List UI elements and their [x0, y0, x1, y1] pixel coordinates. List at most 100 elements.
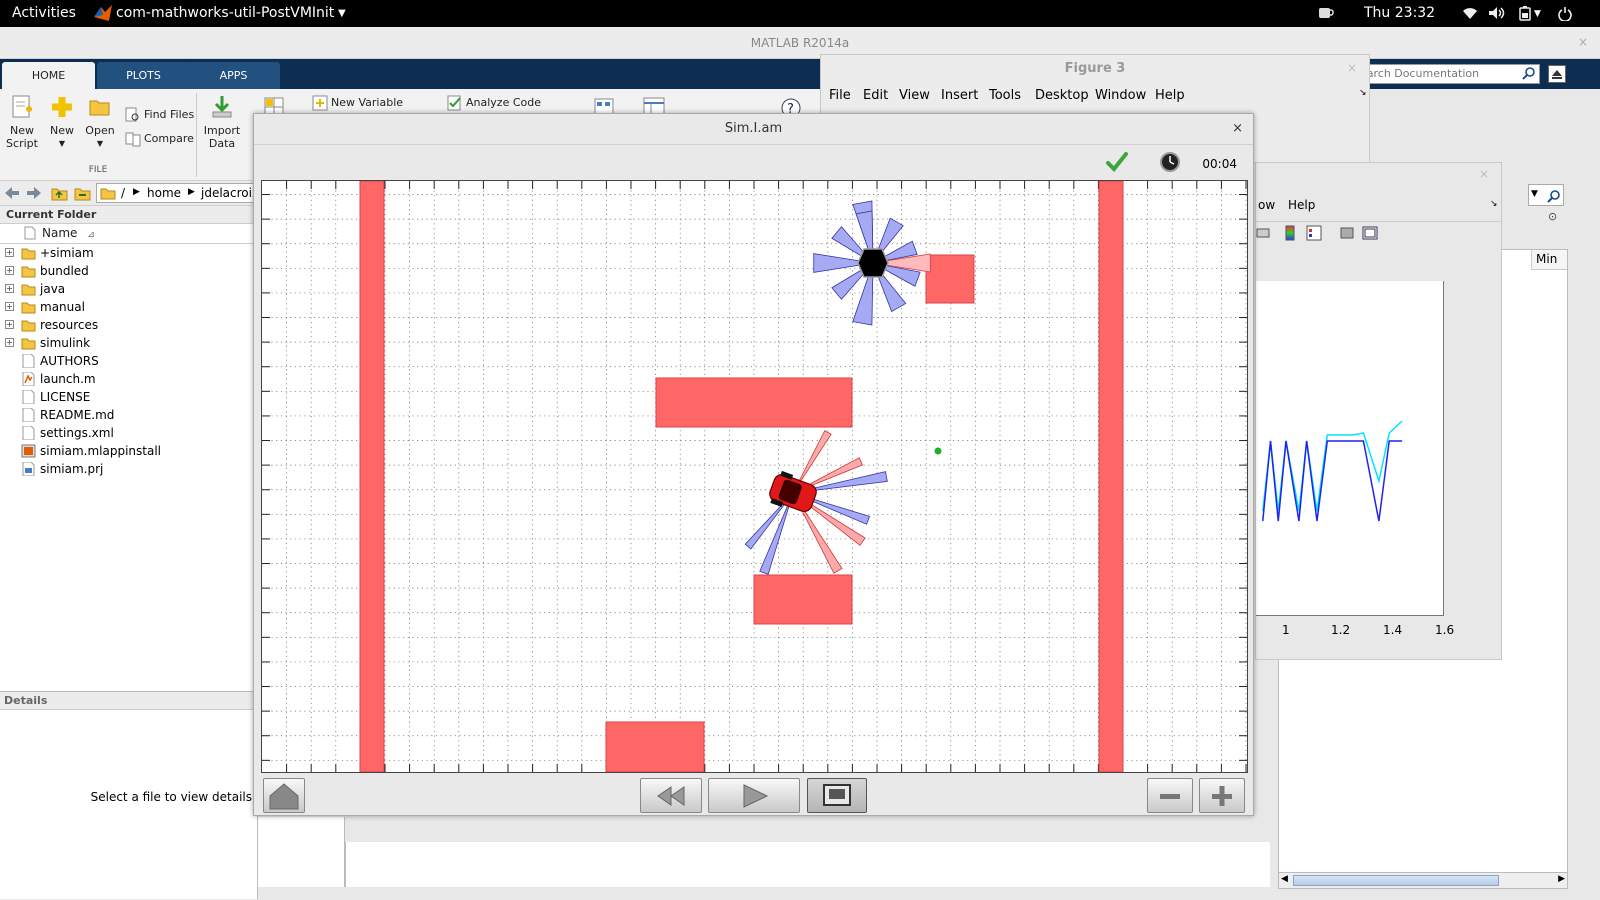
print-icon[interactable] [1256, 225, 1270, 245]
close-icon[interactable]: × [1479, 167, 1489, 181]
scrollbar-thumb[interactable] [1293, 875, 1499, 886]
menu-window[interactable]: Window [1095, 88, 1146, 103]
panel-options-icon[interactable]: ⊙ [1548, 210, 1557, 223]
path-breadcrumb[interactable]: / ▶ home ▶ jdelacroix [96, 183, 259, 203]
open-button[interactable]: Open ▼ [84, 95, 116, 150]
expand-icon[interactable]: + [5, 320, 14, 329]
list-item[interactable]: README.md [0, 406, 257, 424]
cup-icon[interactable] [1318, 6, 1334, 20]
chevron-right-icon: ▶ [188, 187, 195, 197]
list-item[interactable]: + resources [0, 316, 257, 334]
breadcrumb-user[interactable]: jdelacroix [201, 186, 259, 200]
activities-button[interactable]: Activities [12, 5, 76, 21]
chevron-down-icon[interactable]: ▼ [1534, 9, 1541, 19]
horizontal-scrollbar[interactable]: ◀ ▶ [1279, 872, 1567, 888]
import-data-button[interactable]: Import Data [203, 95, 241, 150]
home-icon [269, 783, 299, 810]
list-item[interactable]: + java [0, 280, 257, 298]
colorbar-icon[interactable] [1284, 225, 1296, 245]
menu-help[interactable]: Help [1155, 88, 1185, 103]
zoom-in-button[interactable] [1199, 778, 1245, 813]
tab-apps[interactable]: APPS [187, 62, 280, 89]
scroll-left-icon[interactable]: ◀ [1281, 874, 1288, 884]
dock-icon[interactable]: ↘ [1490, 199, 1498, 209]
dock-icon[interactable]: ↘ [1359, 88, 1367, 98]
chevron-down-icon[interactable]: ▼ [338, 8, 346, 19]
list-item[interactable]: simiam.mlappinstall [0, 442, 257, 460]
app-menu-title[interactable]: com-mathworks-util-PostVMInit [116, 5, 334, 21]
menu-tools[interactable]: Tools [989, 88, 1021, 103]
legend-icon[interactable] [1306, 225, 1322, 245]
close-icon[interactable]: × [1578, 35, 1588, 49]
rewind-button[interactable] [640, 778, 702, 813]
home-button[interactable] [263, 778, 305, 813]
back-icon[interactable] [4, 186, 20, 203]
list-item[interactable]: + +simiam [0, 244, 257, 262]
compare-icon [125, 132, 141, 147]
name-column-header[interactable]: Name ⊿ [0, 224, 257, 244]
dropdown-button[interactable]: ▼ [1528, 184, 1564, 206]
expand-icon[interactable]: + [5, 338, 14, 347]
expand-icon[interactable]: + [5, 302, 14, 311]
analyze-code-button[interactable]: Analyze Code [447, 95, 541, 111]
expand-icon[interactable]: + [5, 284, 14, 293]
file-type-icon [24, 226, 36, 243]
list-item[interactable]: + simulink [0, 334, 257, 352]
min-column-header[interactable]: Min [1531, 250, 1567, 270]
show-plot-tools-icon[interactable] [1362, 225, 1378, 245]
folder-icon [100, 186, 116, 203]
gnome-top-bar: Activities com-mathworks-util-PostVMInit… [0, 0, 1600, 27]
plot-axes[interactable] [1256, 281, 1444, 616]
list-item[interactable]: simiam.prj [0, 460, 257, 478]
search-documentation-input[interactable]: Search Documentation [1348, 64, 1540, 84]
editor-area [258, 817, 345, 887]
new-button[interactable]: New ▼ [46, 95, 78, 150]
tab-home[interactable]: HOME [2, 62, 95, 89]
command-window[interactable] [345, 842, 1270, 887]
menu-view[interactable]: View [899, 88, 930, 103]
list-item[interactable]: + bundled [0, 262, 257, 280]
menu-help[interactable]: Help [1288, 198, 1315, 212]
power-icon[interactable] [1558, 7, 1572, 25]
wifi-icon[interactable] [1462, 6, 1478, 24]
simulation-world[interactable] [261, 180, 1248, 773]
new-script-button[interactable]: New Script [6, 95, 38, 150]
expand-icon[interactable]: + [5, 248, 14, 257]
menu-window[interactable]: ow [1258, 198, 1275, 212]
browse-folder-icon[interactable] [74, 185, 91, 204]
list-item[interactable]: + manual [0, 298, 257, 316]
list-item[interactable]: LICENSE [0, 388, 257, 406]
list-item[interactable]: launch.m [0, 370, 257, 388]
zoom-out-button[interactable] [1147, 778, 1193, 813]
file-name: settings.xml [40, 426, 114, 440]
battery-icon[interactable] [1518, 6, 1532, 25]
find-files-button[interactable]: Find Files [125, 107, 194, 123]
compare-button[interactable]: Compare [125, 131, 194, 147]
scroll-right-icon[interactable]: ▶ [1558, 874, 1565, 884]
breadcrumb-home[interactable]: home [147, 186, 181, 200]
up-folder-icon[interactable] [51, 185, 68, 204]
menu-insert[interactable]: Insert [941, 88, 978, 103]
list-item[interactable]: settings.xml [0, 424, 257, 442]
close-button[interactable]: × [1232, 114, 1243, 144]
plot-series-line [1262, 440, 1403, 522]
tab-plots[interactable]: PLOTS [97, 62, 190, 89]
file-name: manual [40, 300, 85, 314]
forward-icon[interactable] [26, 186, 42, 203]
volume-icon[interactable] [1488, 6, 1506, 24]
new-variable-button[interactable]: New Variable [312, 95, 403, 111]
simiam-status-bar: 00:04 [254, 144, 1253, 180]
menu-file[interactable]: File [829, 88, 851, 103]
list-item[interactable]: AUTHORS [0, 352, 257, 370]
menu-edit[interactable]: Edit [863, 88, 888, 103]
breadcrumb-root[interactable]: / [121, 186, 125, 200]
hide-plot-tools-icon[interactable] [1340, 225, 1354, 245]
menu-desktop[interactable]: Desktop [1035, 88, 1089, 103]
eject-icon[interactable] [1548, 65, 1566, 83]
close-icon[interactable]: × [1347, 61, 1357, 75]
figure-toolbar [1256, 221, 1501, 245]
screenshot-button[interactable] [807, 778, 867, 813]
clock[interactable]: Thu 23:32 [1364, 5, 1435, 21]
expand-icon[interactable]: + [5, 266, 14, 275]
play-button[interactable] [708, 778, 800, 813]
